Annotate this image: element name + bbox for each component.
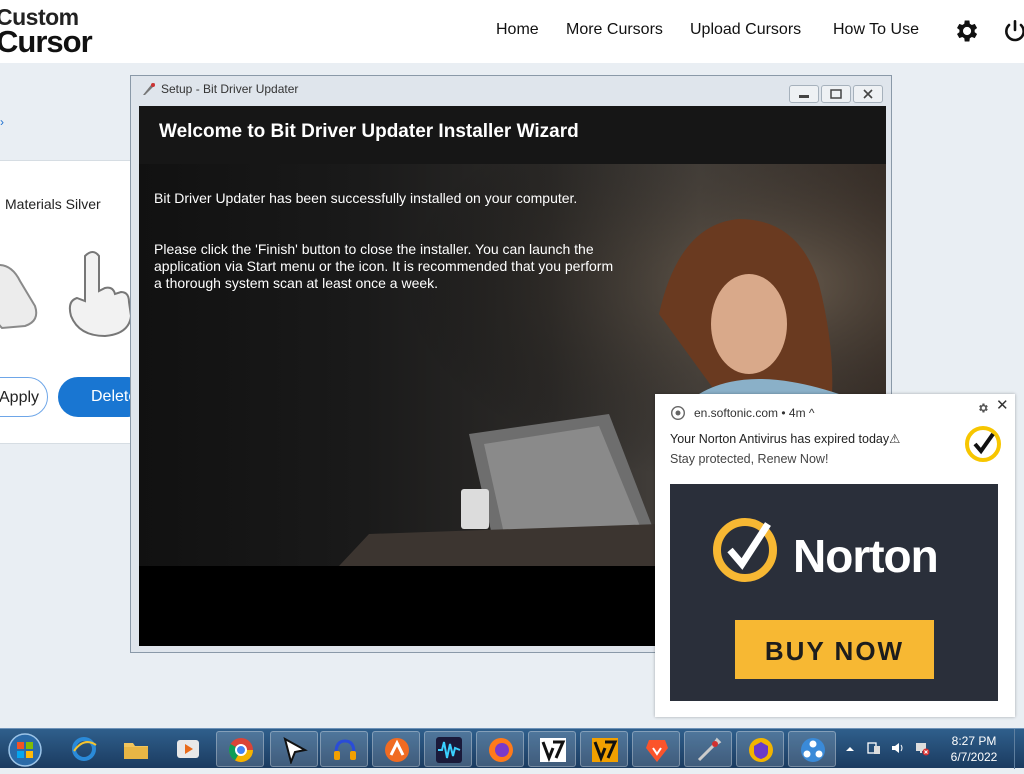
taskbar: 8:27 PM 6/7/2022: [0, 728, 1024, 769]
audio-app-icon[interactable]: [320, 731, 368, 767]
cursor-preview-icon: [0, 246, 42, 341]
back-link-icon[interactable]: ›: [0, 115, 4, 129]
internet-explorer-icon[interactable]: [60, 731, 108, 767]
buy-now-label: BUY NOW: [764, 636, 905, 666]
nav-how-to-use[interactable]: How To Use: [833, 21, 919, 39]
wizard-paragraph-1: Bit Driver Updater has been successfully…: [154, 190, 578, 206]
v7-app-icon[interactable]: [528, 731, 576, 767]
network-app-icon[interactable]: [788, 731, 836, 767]
brave-icon[interactable]: [632, 731, 680, 767]
notification-age: 4m: [788, 406, 806, 420]
hand-cursor-icon: [65, 246, 135, 346]
maximize-button[interactable]: [821, 85, 851, 103]
network-status-icon[interactable]: [914, 740, 930, 756]
media-player-icon[interactable]: [164, 731, 212, 767]
notification-source: en.softonic.com • 4m ^: [694, 406, 815, 420]
clock-date[interactable]: 6/7/2022: [944, 750, 1004, 764]
cursor-app-icon[interactable]: [270, 731, 318, 767]
action-center-icon[interactable]: [866, 740, 882, 756]
nav-more-cursors[interactable]: More Cursors: [566, 21, 663, 39]
site-header: Custom Cursor Home More Cursors Upload C…: [0, 0, 1024, 63]
nav-home[interactable]: Home: [496, 21, 539, 39]
browser-notification[interactable]: en.softonic.com • 4m ^ ✕ Your Norton Ant…: [655, 394, 1015, 717]
nav-upload-cursors[interactable]: Upload Cursors: [690, 21, 801, 39]
clock-time[interactable]: 8:27 PM: [944, 734, 1004, 748]
setup-app-icon: [141, 81, 157, 97]
site-logo[interactable]: Custom Cursor: [0, 4, 106, 59]
notification-body: Stay protected, Renew Now!: [670, 452, 829, 466]
audio-wave-icon[interactable]: [424, 731, 472, 767]
norton-logo-icon: [710, 512, 780, 582]
file-explorer-icon[interactable]: [112, 731, 160, 767]
notification-title: Your Norton Antivirus has expired today⚠: [670, 432, 901, 446]
gear-icon[interactable]: [977, 401, 989, 413]
tools-icon[interactable]: [684, 731, 732, 767]
wizard-heading: Welcome to Bit Driver Updater Installer …: [159, 121, 579, 142]
apply-button-label: Apply: [0, 389, 40, 406]
window-title: Setup - Bit Driver Updater: [161, 82, 299, 96]
wizard-paragraph-2: Please click the 'Finish' button to clos…: [154, 241, 614, 291]
firefox-icon[interactable]: [476, 731, 524, 767]
chrome-icon: [670, 405, 686, 421]
notification-source-site: en.softonic.com: [694, 406, 779, 420]
close-icon[interactable]: ✕: [996, 398, 1010, 413]
keeper-icon[interactable]: [736, 731, 784, 767]
show-desktop-button[interactable]: [1014, 729, 1024, 769]
v7-app-icon[interactable]: [580, 731, 628, 767]
close-button[interactable]: [853, 85, 883, 103]
power-icon[interactable]: [1002, 17, 1024, 45]
chrome-icon[interactable]: [216, 731, 264, 767]
card-title: Materials Silver: [5, 196, 101, 212]
avast-icon[interactable]: [372, 731, 420, 767]
volume-icon[interactable]: [890, 740, 906, 756]
apply-button[interactable]: Apply: [0, 377, 48, 417]
notification-ad-image[interactable]: Norton BUY NOW: [670, 484, 998, 701]
ad-brand-name: Norton: [793, 530, 939, 582]
minimize-button[interactable]: [789, 85, 819, 103]
logo-line-2: Cursor: [0, 24, 93, 59]
gear-icon[interactable]: [952, 17, 980, 45]
show-hidden-icons-icon[interactable]: [844, 742, 856, 754]
start-button[interactable]: [6, 731, 44, 769]
wizard-header: Welcome to Bit Driver Updater Installer …: [139, 106, 886, 164]
norton-check-icon: [964, 425, 1002, 463]
cursor-card: Materials Silver Apply Delete: [0, 160, 148, 444]
buy-now-button[interactable]: BUY NOW: [735, 620, 934, 679]
